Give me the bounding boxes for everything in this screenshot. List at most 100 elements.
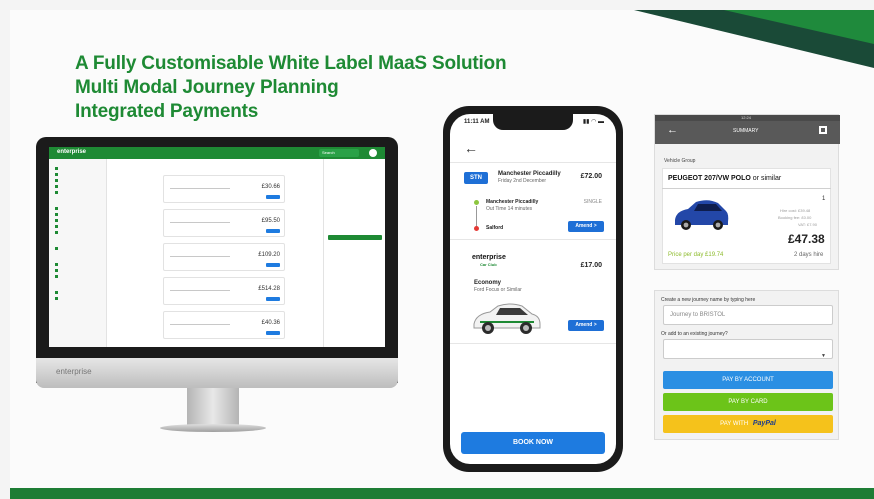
route-line [476, 206, 477, 227]
vehicle-name: PEUGEOT 207/VW POLO or similar [668, 175, 782, 182]
status-bar: 12:24 [655, 115, 840, 121]
update-search-button[interactable] [328, 235, 382, 240]
select-button[interactable] [266, 195, 280, 199]
bottom-bar [10, 488, 874, 499]
monitor-base [160, 424, 266, 432]
amend-car-button[interactable]: Amend > [568, 320, 604, 331]
option-price: £30.66 [261, 184, 280, 190]
destination-station: Salford [486, 225, 504, 231]
train-price: £72.00 [580, 173, 602, 180]
paypal-logo: PayPal [752, 420, 776, 427]
station-badge: STN [464, 172, 488, 184]
desktop-results: £30.66 £95.50 £109.20 £514.28 £40.36 [111, 159, 323, 347]
train-title: Manchester Piccadilly [498, 171, 561, 177]
route-line [170, 290, 230, 291]
train-date: Friday 2nd December [498, 178, 547, 184]
select-button[interactable] [266, 263, 280, 267]
vat: VAT: £7.90 [798, 222, 817, 227]
journey-duration: Out Time 14 minutes [486, 206, 533, 212]
origin-dot-icon [474, 200, 479, 205]
sidebar-item[interactable] [55, 167, 61, 171]
booking-fee: Booking fee: £0.00 [778, 215, 812, 220]
mobile-phone: 11:11 AM ▮▮ ◠ ▬ ← STN Manchester Piccadi… [443, 106, 623, 472]
sidebar-item[interactable] [55, 185, 61, 189]
back-arrow-icon[interactable]: ← [464, 140, 478, 156]
corner-decoration-green [724, 10, 874, 44]
phone-screen: 11:11 AM ▮▮ ◠ ▬ ← STN Manchester Piccadi… [450, 114, 616, 464]
pay-by-card-button[interactable]: PAY BY CARD [663, 393, 833, 411]
avatar[interactable] [369, 149, 377, 157]
destination-dot-icon [474, 226, 479, 231]
existing-journey-select[interactable]: ▼ [663, 339, 833, 359]
car-club-label: Car Club [480, 262, 497, 267]
hire-cost: Hire cost: £39.48 [780, 208, 811, 213]
car-class: Economy [474, 280, 502, 286]
grid-menu-icon[interactable] [819, 126, 827, 134]
sidebar-item[interactable] [55, 213, 61, 217]
headline-block: A Fully Customisable White Label MaaS So… [75, 52, 507, 124]
slide: A Fully Customisable White Label MaaS So… [0, 0, 874, 499]
monitor-brand-logo: enterprise [56, 367, 92, 376]
option-price: £40.36 [261, 320, 280, 326]
car-image [473, 303, 541, 334]
journey-name-label: Create a new journey name by typing here [661, 297, 756, 303]
journey-option-card[interactable]: £40.36 [163, 311, 285, 339]
journey-option-card[interactable]: £30.66 [163, 175, 285, 203]
desktop-screen: enterprise Search £30.66 £95.50 £109.20 … [49, 147, 385, 347]
pay-by-account-button[interactable]: PAY BY ACCOUNT [663, 371, 833, 389]
sidebar-item[interactable] [55, 269, 61, 273]
desktop-sidebar [49, 159, 107, 347]
divider [662, 188, 831, 189]
total-price: £47.38 [788, 232, 825, 246]
journey-name-input[interactable]: Journey to BRISTOL [663, 305, 833, 325]
route-line [170, 324, 230, 325]
ticket-type: SINGLE [583, 199, 602, 205]
desktop-app-header: enterprise Search [49, 147, 385, 159]
desktop-search[interactable]: Search [319, 149, 359, 157]
journey-option-card[interactable]: £514.28 [163, 277, 285, 305]
summary-header: 12:24 ← SUMMARY [655, 115, 840, 144]
route-line [170, 222, 230, 223]
back-arrow-icon[interactable]: ← [667, 124, 678, 136]
book-now-button[interactable]: BOOK NOW [461, 432, 605, 454]
sidebar-item[interactable] [55, 297, 61, 301]
existing-journey-label: Or add to an existing journey? [661, 331, 728, 337]
sidebar-item[interactable] [55, 231, 61, 235]
sidebar-item[interactable] [55, 179, 61, 183]
monitor-stand [187, 388, 239, 426]
summary-title: SUMMARY [733, 128, 759, 134]
headline-3: Integrated Payments [75, 101, 259, 122]
select-button[interactable] [266, 297, 280, 301]
select-button[interactable] [266, 331, 280, 335]
vehicle-group-label: Vehicle Group [664, 158, 696, 164]
vehicle-quantity: 1 [822, 196, 826, 202]
sidebar-item[interactable] [55, 275, 61, 279]
journey-option-card[interactable]: £109.20 [163, 243, 285, 271]
sidebar-item[interactable] [55, 291, 61, 295]
status-time: 12:24 [741, 115, 752, 120]
desktop-brand-logo: enterprise [57, 149, 87, 155]
journey-option-card[interactable]: £95.50 [163, 209, 285, 237]
select-button[interactable] [266, 229, 280, 233]
sidebar-item[interactable] [55, 263, 61, 267]
pay-with-paypal-button[interactable]: PAY WITH PayPal [663, 415, 833, 433]
amend-train-button[interactable]: Amend > [568, 221, 604, 232]
enterprise-logo: enterprise [472, 254, 506, 261]
price-per-day: Price per day £19.74 [668, 252, 724, 258]
sidebar-item[interactable] [55, 173, 61, 177]
hire-duration: 2 days hire [794, 252, 824, 258]
desktop-search-panel [323, 159, 385, 347]
car-model: Ford Focus or Similar [474, 287, 522, 293]
route-line [170, 256, 230, 257]
car-price: £17.00 [580, 262, 602, 269]
sidebar-item[interactable] [55, 247, 61, 251]
sidebar-item[interactable] [55, 207, 61, 211]
sidebar-item[interactable] [55, 219, 61, 223]
option-price: £514.28 [258, 286, 280, 292]
phone-notch [493, 114, 573, 130]
sidebar-item[interactable] [55, 191, 61, 195]
origin-station: Manchester Piccadilly [486, 199, 539, 205]
sidebar-item[interactable] [55, 225, 61, 229]
headline-2: Multi Modal Journey Planning [75, 77, 339, 98]
pay-with-label: PAY WITH [720, 421, 749, 427]
